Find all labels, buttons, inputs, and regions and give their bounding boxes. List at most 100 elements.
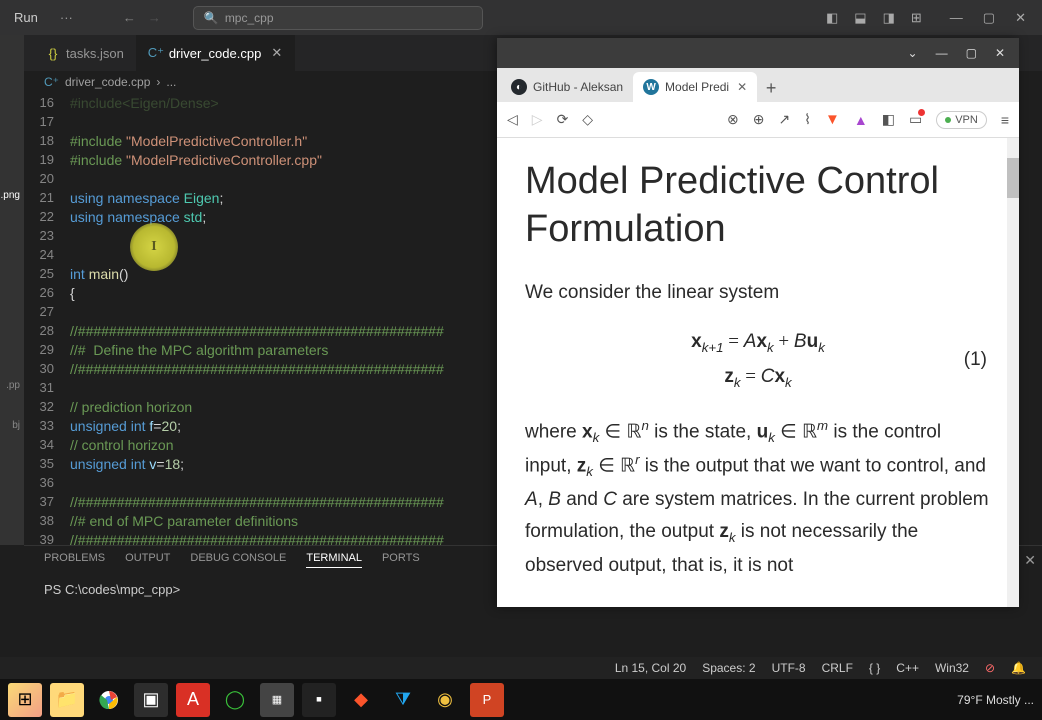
scrollbar-thumb[interactable] xyxy=(1007,158,1019,198)
taskbar-powerpoint[interactable]: P xyxy=(470,683,504,717)
reload-icon[interactable]: ⟳ xyxy=(557,111,569,128)
browser-close-icon[interactable]: ✕ xyxy=(995,46,1005,60)
vpn-button[interactable]: VPN xyxy=(936,111,987,129)
github-icon: ◐ xyxy=(511,79,527,95)
taskbar-app-yellow[interactable]: ◉ xyxy=(428,683,462,717)
taskbar-explorer[interactable]: 📁 xyxy=(50,683,84,717)
zoom-icon[interactable]: ⊕ xyxy=(753,111,765,128)
tab-driver-code[interactable]: C⁺ driver_code.cpp ✕ xyxy=(137,35,295,71)
tab-label: tasks.json xyxy=(66,46,124,61)
taskbar-start[interactable]: ⊞ xyxy=(8,683,42,717)
equation-1b: zk = Cxk xyxy=(525,360,991,395)
rss-icon[interactable]: ⌇ xyxy=(804,111,811,128)
minimize-icon[interactable]: — xyxy=(950,10,963,26)
line-number: 29 xyxy=(24,342,70,357)
bookmark-icon[interactable]: ◇ xyxy=(582,111,593,128)
wallet-icon[interactable]: ▭ xyxy=(909,111,922,128)
status-bell-icon[interactable]: 🔔 xyxy=(1011,661,1026,675)
nav-fwd-icon: ▷ xyxy=(532,111,543,128)
status-lncol[interactable]: Ln 15, Col 20 xyxy=(615,661,686,675)
browser-content[interactable]: Model Predictive Control Formulation We … xyxy=(497,138,1019,607)
command-center[interactable]: 🔍 mpc_cpp xyxy=(193,6,483,30)
code-line: //# Define the MPC algorithm parameters xyxy=(70,342,328,358)
taskbar-chrome[interactable] xyxy=(92,683,126,717)
nav-back-icon[interactable]: ◁ xyxy=(507,111,518,128)
browser-toolbar: ◁ ▷ ⟳ ◇ ⊗ ⊕ ↗ ⌇ ▼ ▲ ◧ ▭ VPN ≡ xyxy=(497,102,1019,138)
status-prettier-icon[interactable]: ⊘ xyxy=(985,661,995,675)
menu-more[interactable]: ··· xyxy=(52,10,81,25)
menu-run[interactable]: Run xyxy=(0,10,52,25)
sidebar-icon[interactable]: ◧ xyxy=(882,111,895,128)
rewards-icon[interactable]: ▲ xyxy=(854,112,868,128)
status-lang[interactable]: C++ xyxy=(896,661,919,675)
close-icon[interactable]: ✕ xyxy=(1015,10,1026,26)
tab-tasks-json[interactable]: {} tasks.json xyxy=(34,35,137,71)
line-number: 17 xyxy=(24,114,70,129)
browser-tab-github[interactable]: ◐ GitHub - Aleksan xyxy=(501,72,633,102)
browser-tab-close-icon[interactable]: ✕ xyxy=(737,80,747,94)
line-number: 28 xyxy=(24,323,70,338)
taskbar-acrobat[interactable]: A xyxy=(176,683,210,717)
window-controls: — ▢ ✕ xyxy=(934,10,1042,26)
panel-tab-debug[interactable]: DEBUG CONSOLE xyxy=(190,552,286,568)
panel-tab-problems[interactable]: PROBLEMS xyxy=(44,552,105,568)
nav-back-icon[interactable]: ← xyxy=(123,10,136,25)
equation-block: xk+1 = Axk + Buk zk = Cxk (1) xyxy=(525,325,991,394)
status-arch[interactable]: Win32 xyxy=(935,661,969,675)
code-line: #include<Eigen/Dense> xyxy=(70,95,219,111)
panel-tab-output[interactable]: OUTPUT xyxy=(125,552,170,568)
vpn-status-dot xyxy=(945,117,951,123)
share-icon[interactable]: ↗ xyxy=(778,111,790,128)
line-number: 26 xyxy=(24,285,70,300)
code-line: //######################################… xyxy=(70,494,444,510)
tor-icon[interactable]: ⊗ xyxy=(727,111,739,128)
line-number: 24 xyxy=(24,247,70,262)
taskbar-app-green[interactable]: ◯ xyxy=(218,683,252,717)
browser-minimize-icon[interactable]: — xyxy=(936,46,948,60)
browser-chevron-down-icon[interactable]: ⌄ xyxy=(908,46,918,60)
taskbar-app-dark[interactable]: ▦ xyxy=(260,683,294,717)
activity-item[interactable]: .pp xyxy=(0,365,24,405)
layout-panel-icon[interactable]: ⬓ xyxy=(854,10,866,26)
body-text: We consider the linear system xyxy=(525,277,991,309)
status-spaces[interactable]: Spaces: 2 xyxy=(702,661,755,675)
taskbar-brave[interactable]: ◆ xyxy=(344,683,378,717)
layout-sidebar-right-icon[interactable]: ◨ xyxy=(883,10,895,26)
body-text: where xk ∈ ℝn is the state, uk ∈ ℝm is t… xyxy=(525,415,991,582)
search-icon: 🔍 xyxy=(204,11,219,25)
layout-customize-icon[interactable]: ⊞ xyxy=(911,10,922,26)
status-encoding[interactable]: UTF-8 xyxy=(772,661,806,675)
cpp-icon: C⁺ xyxy=(149,46,163,60)
activity-item[interactable]: .png xyxy=(0,175,24,215)
browser-scrollbar[interactable] xyxy=(1007,138,1019,607)
code-line: int main() xyxy=(70,266,128,282)
tab-close-icon[interactable]: ✕ xyxy=(271,45,282,61)
taskbar-vscode[interactable]: ⧩ xyxy=(386,683,420,717)
panel-tab-ports[interactable]: PORTS xyxy=(382,552,420,568)
system-tray[interactable]: 79°F Mostly ... xyxy=(957,693,1034,707)
taskbar-terminal[interactable]: ▣ xyxy=(134,683,168,717)
breadcrumb-more: ... xyxy=(166,75,176,89)
menu-icon[interactable]: ≡ xyxy=(1001,112,1009,128)
line-number: 19 xyxy=(24,152,70,167)
panel-close-icon[interactable]: ✕ xyxy=(1024,552,1036,569)
line-number: 34 xyxy=(24,437,70,452)
layout-sidebar-icon[interactable]: ◧ xyxy=(826,10,838,26)
browser-tab-model-predictive[interactable]: W Model Predi ✕ xyxy=(633,72,757,102)
maximize-icon[interactable]: ▢ xyxy=(983,10,995,26)
browser-maximize-icon[interactable]: ▢ xyxy=(966,46,977,60)
terminal-prompt: PS C:\codes\mpc_cpp> xyxy=(44,582,180,597)
line-number: 20 xyxy=(24,171,70,186)
browser-new-tab[interactable]: + xyxy=(757,74,785,102)
status-bar: Ln 15, Col 20 Spaces: 2 UTF-8 CRLF { } C… xyxy=(0,657,1042,679)
code-line: //######################################… xyxy=(70,532,444,546)
page-title: Model Predictive Control Formulation xyxy=(525,158,991,253)
taskbar-app-console[interactable]: ▪ xyxy=(302,683,336,717)
shields-icon[interactable]: ▼ xyxy=(825,111,840,128)
panel-tab-terminal[interactable]: TERMINAL xyxy=(306,552,362,568)
windows-taskbar: ⊞ 📁 ▣ A ◯ ▦ ▪ ◆ ⧩ ◉ P 79°F Mostly ... xyxy=(0,679,1042,720)
weather-widget[interactable]: 79°F Mostly ... xyxy=(957,693,1034,707)
status-braces-icon[interactable]: { } xyxy=(869,661,880,675)
activity-item[interactable]: bj xyxy=(0,405,24,445)
status-eol[interactable]: CRLF xyxy=(822,661,853,675)
